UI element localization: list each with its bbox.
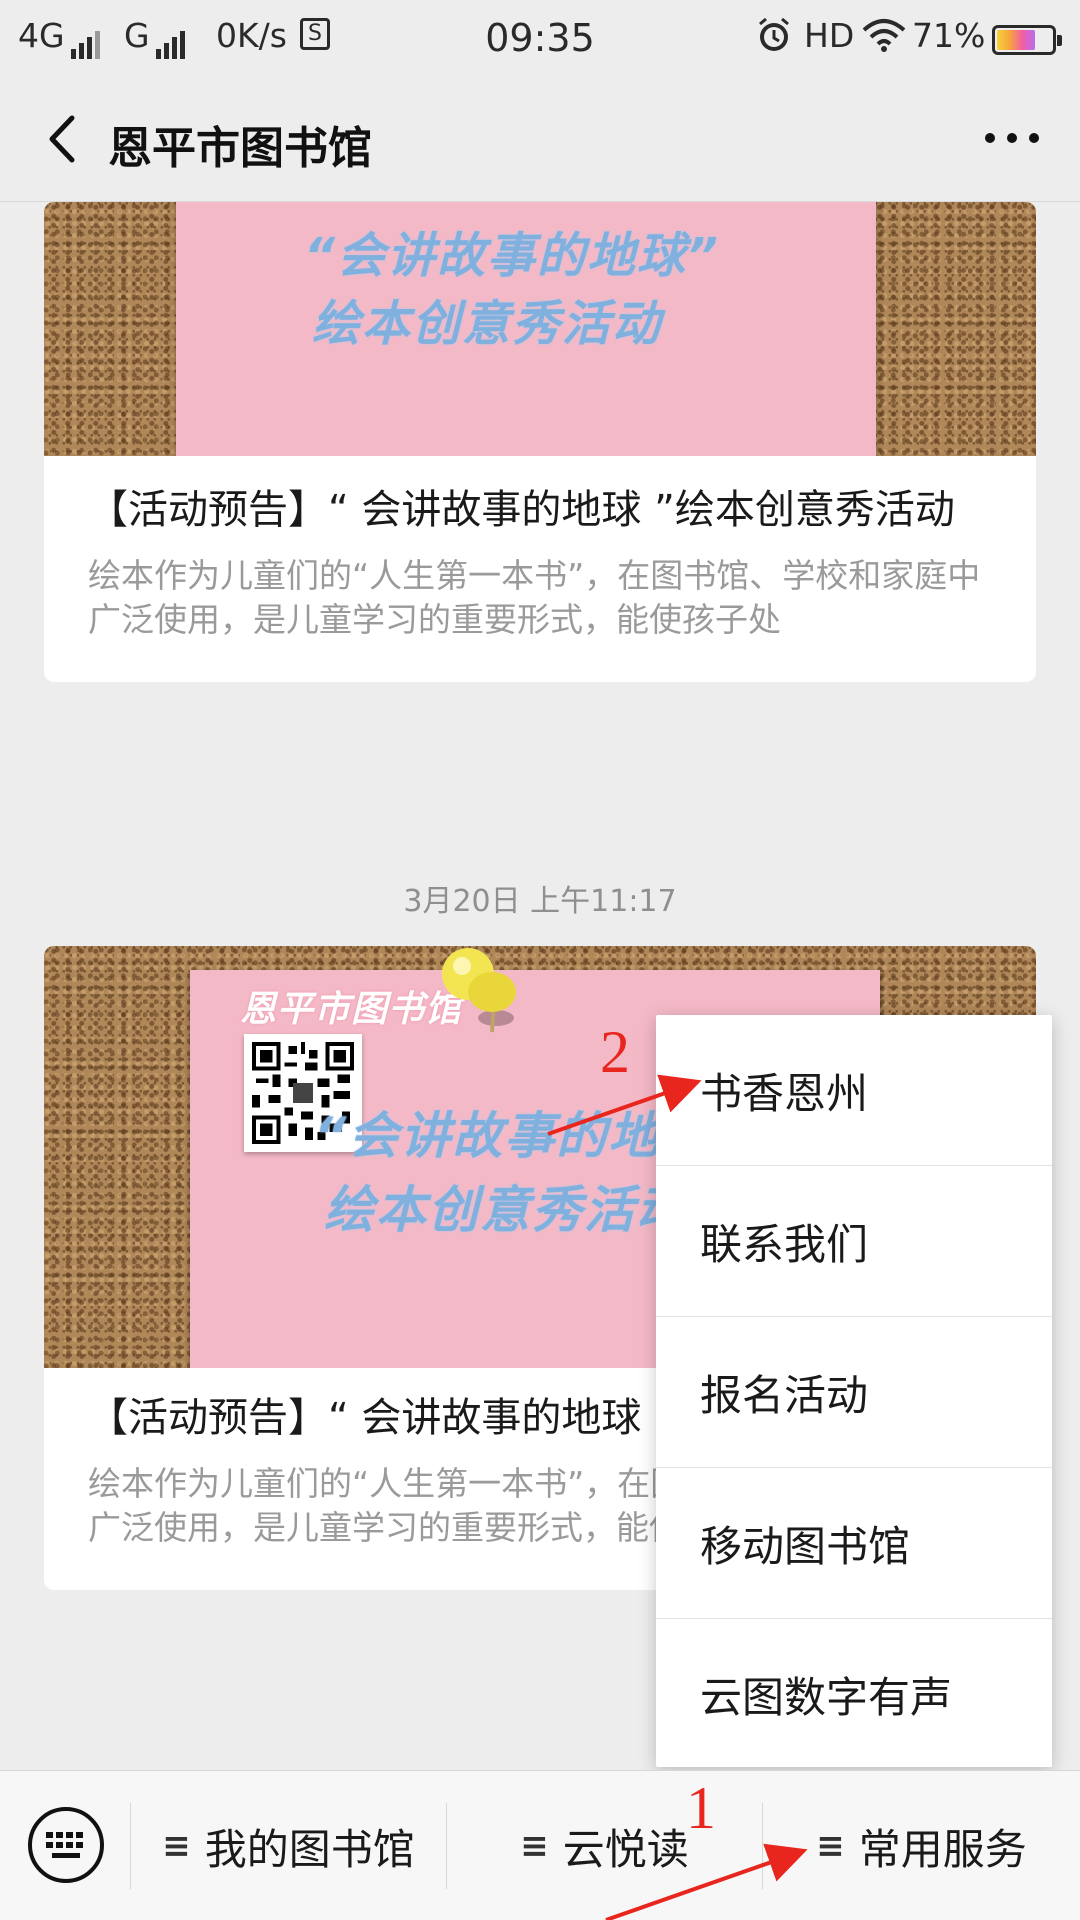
article-card[interactable]: “会讲故事的地球” 绘本创意秀活动 【活动预告】“ 会讲故事的地球 ”绘本创意秀…: [44, 202, 1036, 682]
wifi-icon: [862, 18, 906, 60]
article-cover-image: “会讲故事的地球” 绘本创意秀活动: [44, 202, 1036, 456]
battery-level: [997, 30, 1035, 50]
annotation-step-2: 2: [600, 1019, 630, 1085]
menu-label: 常用服务: [858, 1824, 1027, 1874]
battery-icon: [984, 20, 1062, 59]
article-title: 【活动预告】“ 会讲故事的地球 ”绘本创意秀活动: [88, 487, 955, 533]
menu-item-mobile-library[interactable]: 移动图书馆: [656, 1468, 1052, 1619]
keyboard-icon: [28, 1807, 104, 1883]
menu-item-cloud-audio[interactable]: 云图数字有声: [656, 1619, 1052, 1770]
keyboard-toggle-button[interactable]: [26, 1805, 106, 1885]
pink-note: “会讲故事的地球” 绘本创意秀活动: [176, 202, 876, 456]
menu-label: 我的图书馆: [204, 1824, 415, 1874]
menu-item-shuxiang-enzhou[interactable]: 书香恩州: [656, 1015, 1052, 1166]
more-button[interactable]: [974, 108, 1050, 168]
status-bar: 4G G 0K/s S 09:35 HD 71%: [0, 0, 1080, 74]
menu-lines-icon: ≡: [162, 1826, 191, 1866]
alarm-icon: [756, 16, 792, 62]
hd-label: HD: [804, 16, 855, 55]
push-pin-icon: [434, 946, 544, 1050]
page-title: 恩平市图书馆: [108, 123, 372, 174]
menu-lines-icon: ≡: [816, 1826, 845, 1866]
cover-text-line1: “会讲故事的地球”: [304, 228, 720, 284]
cover-text-line2: 绘本创意秀活动: [324, 1181, 688, 1239]
message-timestamp: 3月20日 上午11:17: [403, 884, 677, 919]
menu-label: 云悦读: [562, 1824, 689, 1874]
more-icon: [985, 133, 1039, 143]
menu-item-signup-activity[interactable]: 报名活动: [656, 1317, 1052, 1468]
battery-percent: 71%: [912, 16, 986, 55]
menu-my-library[interactable]: ≡ 我的图书馆: [131, 1771, 446, 1920]
menu-common-services[interactable]: ≡ 常用服务: [763, 1771, 1080, 1920]
article-summary: 绘本作为儿童们的“人生第一本书”，在图书馆、学校和家庭中广泛使用，是儿童学习的重…: [88, 556, 981, 639]
service-submenu: 书香恩州 联系我们 报名活动 移动图书馆 云图数字有声: [656, 1015, 1052, 1767]
cover-brand-text: 恩平市图书馆: [240, 989, 463, 1030]
back-arrow-icon: [49, 115, 75, 163]
cover-text-line2: 绘本创意秀活动: [312, 296, 663, 352]
annotation-step-1: 1: [686, 1775, 716, 1841]
menu-lines-icon: ≡: [520, 1826, 549, 1866]
back-button[interactable]: [30, 104, 100, 174]
bottom-menu-bar: ≡ 我的图书馆 ≡ 云悦读 ≡ 常用服务: [0, 1770, 1080, 1920]
title-bar: 恩平市图书馆: [0, 74, 1080, 202]
article-body: 【活动预告】“ 会讲故事的地球 ”绘本创意秀活动 绘本作为儿童们的“人生第一本书…: [44, 456, 1036, 682]
menu-item-contact-us[interactable]: 联系我们: [656, 1166, 1052, 1317]
